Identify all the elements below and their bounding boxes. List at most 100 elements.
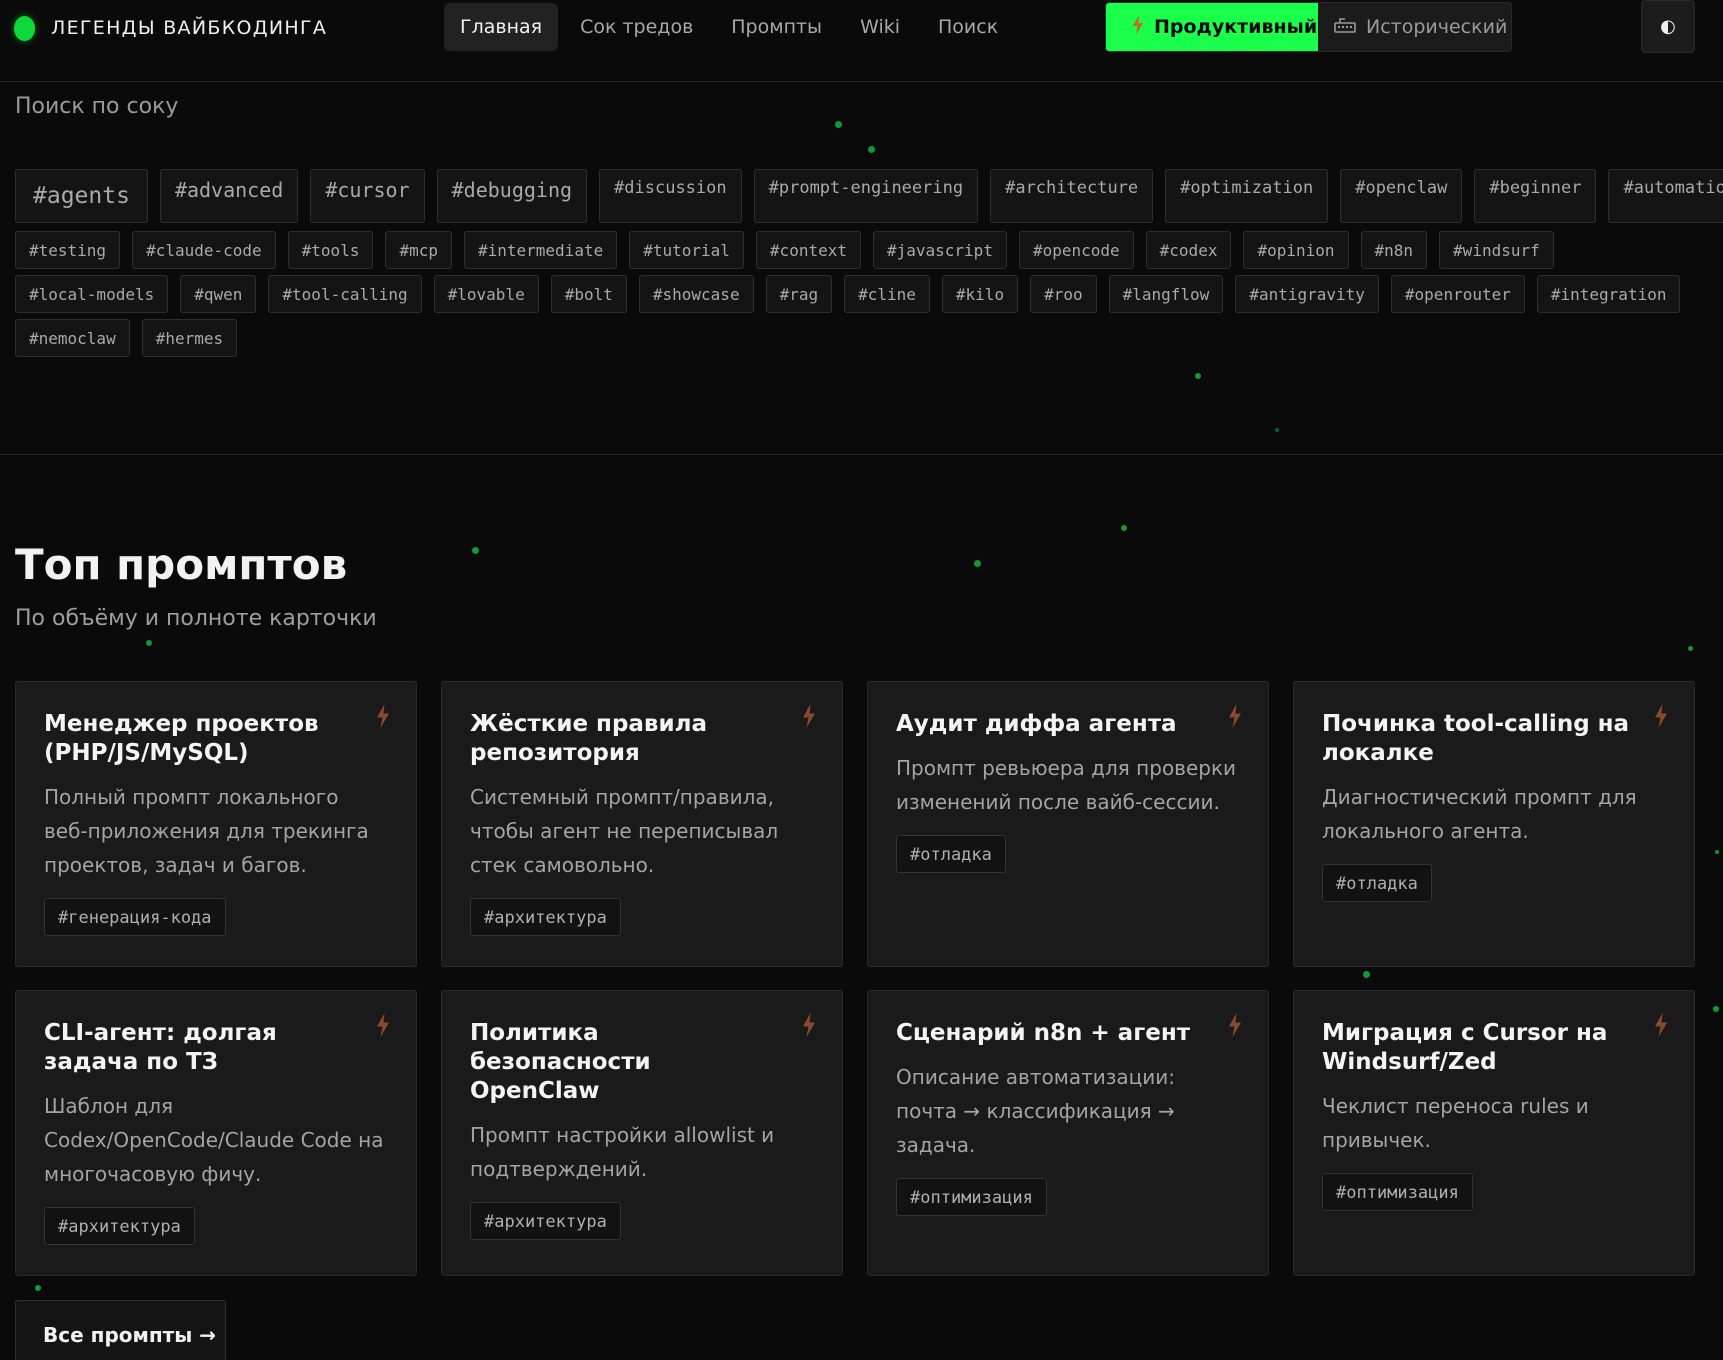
tag-automation[interactable]: #automation — [1608, 169, 1723, 223]
tag-beginner[interactable]: #beginner — [1474, 169, 1597, 223]
tag-kilo[interactable]: #kilo — [941, 275, 1019, 313]
prompt-card-tag[interactable]: #генерация-кода — [44, 898, 226, 936]
tag-mcp[interactable]: #mcp — [385, 231, 452, 269]
lightning-icon — [1655, 704, 1667, 728]
tag-advanced[interactable]: #advanced — [159, 169, 299, 223]
tag-row: #testing #claude-code #tools #mcp #intermedi… — [15, 231, 1705, 269]
tag-rag[interactable]: #rag — [765, 275, 833, 313]
prompt-card[interactable]: Жёсткие правила репозитория Системный про… — [441, 681, 843, 967]
tag-hermes[interactable]: #hermes — [141, 319, 238, 357]
tag-claude-code[interactable]: #claude-code — [132, 231, 276, 269]
prompt-card[interactable]: Менеджер проектов (PHP/JS/MySQL) Полный п… — [15, 681, 417, 967]
prompt-card-tag[interactable]: #отладка — [896, 835, 1006, 873]
brand-name: ЛЕГЕНДЫ ВАЙБКОДИНГА — [51, 17, 328, 39]
tag-agents[interactable]: #agents — [15, 169, 148, 223]
prompt-card-tag[interactable]: #оптимизация — [1322, 1173, 1473, 1211]
tag-context[interactable]: #context — [755, 231, 861, 269]
lightning-icon — [1132, 14, 1144, 40]
prompt-card-description: Промпт ревьюера для проверки изменений п… — [896, 756, 1237, 814]
prompt-card-tag[interactable]: #архитектура — [470, 1202, 621, 1240]
tag-lovable[interactable]: #lovable — [433, 275, 539, 313]
tag-local-models[interactable]: #local-models — [15, 275, 169, 313]
background-speck — [974, 560, 981, 567]
tag-opencode[interactable]: #opencode — [1018, 231, 1134, 269]
tag-qwen[interactable]: #qwen — [180, 275, 257, 313]
prompt-card-description: Шаблон для Codex/OpenCode/Claude Code на… — [44, 1094, 384, 1186]
theme-toggle-button[interactable]: ◐ — [1641, 0, 1695, 53]
brand-logo[interactable]: ЛЕГЕНДЫ ВАЙБКОДИНГА — [14, 14, 327, 42]
background-speck — [1715, 850, 1719, 854]
tag-testing[interactable]: #testing — [15, 231, 121, 269]
tag-nemoclaw[interactable]: #nemoclaw — [15, 319, 130, 357]
prompt-card-description: Диагностический промпт для локального аг… — [1322, 785, 1637, 843]
tag-bolt[interactable]: #bolt — [550, 275, 627, 313]
tag-debugging[interactable]: #debugging — [436, 169, 588, 223]
prompts-title: Топ промптов — [15, 540, 348, 589]
prompts-subtitle: По объёму и полноте карточки — [15, 606, 377, 631]
prompt-card-description: Полный промпт локального веб-приложения … — [44, 785, 369, 877]
mode-historical-button[interactable]: Исторический — [1318, 3, 1511, 51]
background-speck — [146, 640, 152, 646]
lightning-icon — [1655, 1013, 1667, 1037]
prompt-card-tag[interactable]: #отладка — [1322, 864, 1432, 902]
tag-tutorial[interactable]: #tutorial — [629, 231, 744, 269]
tag-integration[interactable]: #integration — [1536, 275, 1681, 313]
prompt-card-tag[interactable]: #оптимизация — [896, 1178, 1047, 1216]
lightning-icon — [1229, 1013, 1241, 1037]
nav-wiki[interactable]: Wiki — [844, 3, 916, 51]
tag-codex[interactable]: #codex — [1145, 231, 1232, 269]
background-speck — [1363, 971, 1370, 978]
prompt-card[interactable]: Аудит диффа агента Промпт ревьюера для пр… — [867, 681, 1269, 967]
lightning-icon — [377, 704, 389, 728]
prompt-card-description: Системный промпт/правила, чтобы агент не… — [470, 785, 779, 877]
tag-optimization[interactable]: #optimization — [1165, 169, 1329, 223]
background-speck — [1713, 1006, 1719, 1012]
nav-home[interactable]: Главная — [444, 3, 559, 51]
tag-row: #nemoclaw #hermes — [15, 319, 1705, 357]
background-speck — [1121, 525, 1127, 531]
nav-threads[interactable]: Сок тредов — [564, 3, 709, 51]
all-prompts-button[interactable]: Все промпты → — [15, 1300, 226, 1360]
prompt-card[interactable]: Сценарий n8n + агент Описание автоматизац… — [867, 990, 1269, 1276]
tag-architecture[interactable]: #architecture — [990, 169, 1154, 223]
prompt-card[interactable]: Миграция с Cursor на Windsurf/Zed Чеклист… — [1293, 990, 1695, 1276]
prompt-card[interactable]: Починка tool-calling на локалке Диагности… — [1293, 681, 1695, 967]
prompt-card-title: Починка tool-calling на локалке — [1322, 711, 1630, 766]
prompt-card-title: Миграция с Cursor на Windsurf/Zed — [1322, 1020, 1608, 1075]
tag-tool-calling[interactable]: #tool-calling — [268, 275, 422, 313]
tag-tools[interactable]: #tools — [287, 231, 374, 269]
tag-prompt-engineering[interactable]: #prompt-engineering — [753, 169, 979, 223]
tag-discussion[interactable]: #discussion — [599, 169, 742, 223]
tag-javascript[interactable]: #javascript — [872, 231, 1007, 269]
background-speck — [472, 547, 479, 554]
prompt-card-title: Политика безопасности OpenClaw — [470, 1020, 651, 1104]
tag-openrouter[interactable]: #openrouter — [1390, 275, 1525, 313]
tag-cloud: #agents #advanced #cursor #debugging #discus… — [15, 169, 1723, 363]
prompt-card[interactable]: Политика безопасности OpenClaw Промпт нас… — [441, 990, 843, 1276]
mode-switch: Продуктивный Исторический — [1105, 2, 1512, 52]
tag-roo[interactable]: #roo — [1030, 275, 1097, 313]
nav-search[interactable]: Поиск — [922, 3, 1014, 51]
tag-n8n[interactable]: #n8n — [1360, 231, 1428, 269]
tag-intermediate[interactable]: #intermediate — [463, 231, 618, 269]
prompt-card-tag[interactable]: #архитектура — [470, 898, 621, 936]
prompt-card-title: CLI-агент: долгая задача по ТЗ — [44, 1020, 277, 1075]
tag-cursor[interactable]: #cursor — [310, 169, 425, 223]
tag-opinion[interactable]: #opinion — [1243, 231, 1349, 269]
prompt-card-title: Менеджер проектов (PHP/JS/MySQL) — [44, 711, 319, 766]
tag-showcase[interactable]: #showcase — [638, 275, 754, 313]
prompt-card-tag[interactable]: #архитектура — [44, 1207, 195, 1245]
tag-antigravity[interactable]: #antigravity — [1235, 275, 1379, 313]
prompt-card[interactable]: CLI-агент: долгая задача по ТЗ Шаблон для… — [15, 990, 417, 1276]
nav-prompts[interactable]: Промпты — [715, 3, 838, 51]
tag-row: #agents #advanced #cursor #debugging #discus… — [15, 169, 1723, 223]
lightning-icon — [1229, 704, 1241, 728]
top-header: ЛЕГЕНДЫ ВАЙБКОДИНГА Главная Сок тредов П… — [0, 0, 1723, 82]
tag-openclaw[interactable]: #openclaw — [1340, 169, 1463, 223]
background-speck — [35, 1285, 41, 1291]
prompt-card-title: Жёсткие правила репозитория — [470, 711, 707, 766]
mode-productive-button[interactable]: Продуктивный — [1106, 3, 1318, 51]
tag-windsurf[interactable]: #windsurf — [1439, 231, 1554, 269]
tag-cline[interactable]: #cline — [844, 275, 930, 313]
tag-langflow[interactable]: #langflow — [1108, 275, 1224, 313]
